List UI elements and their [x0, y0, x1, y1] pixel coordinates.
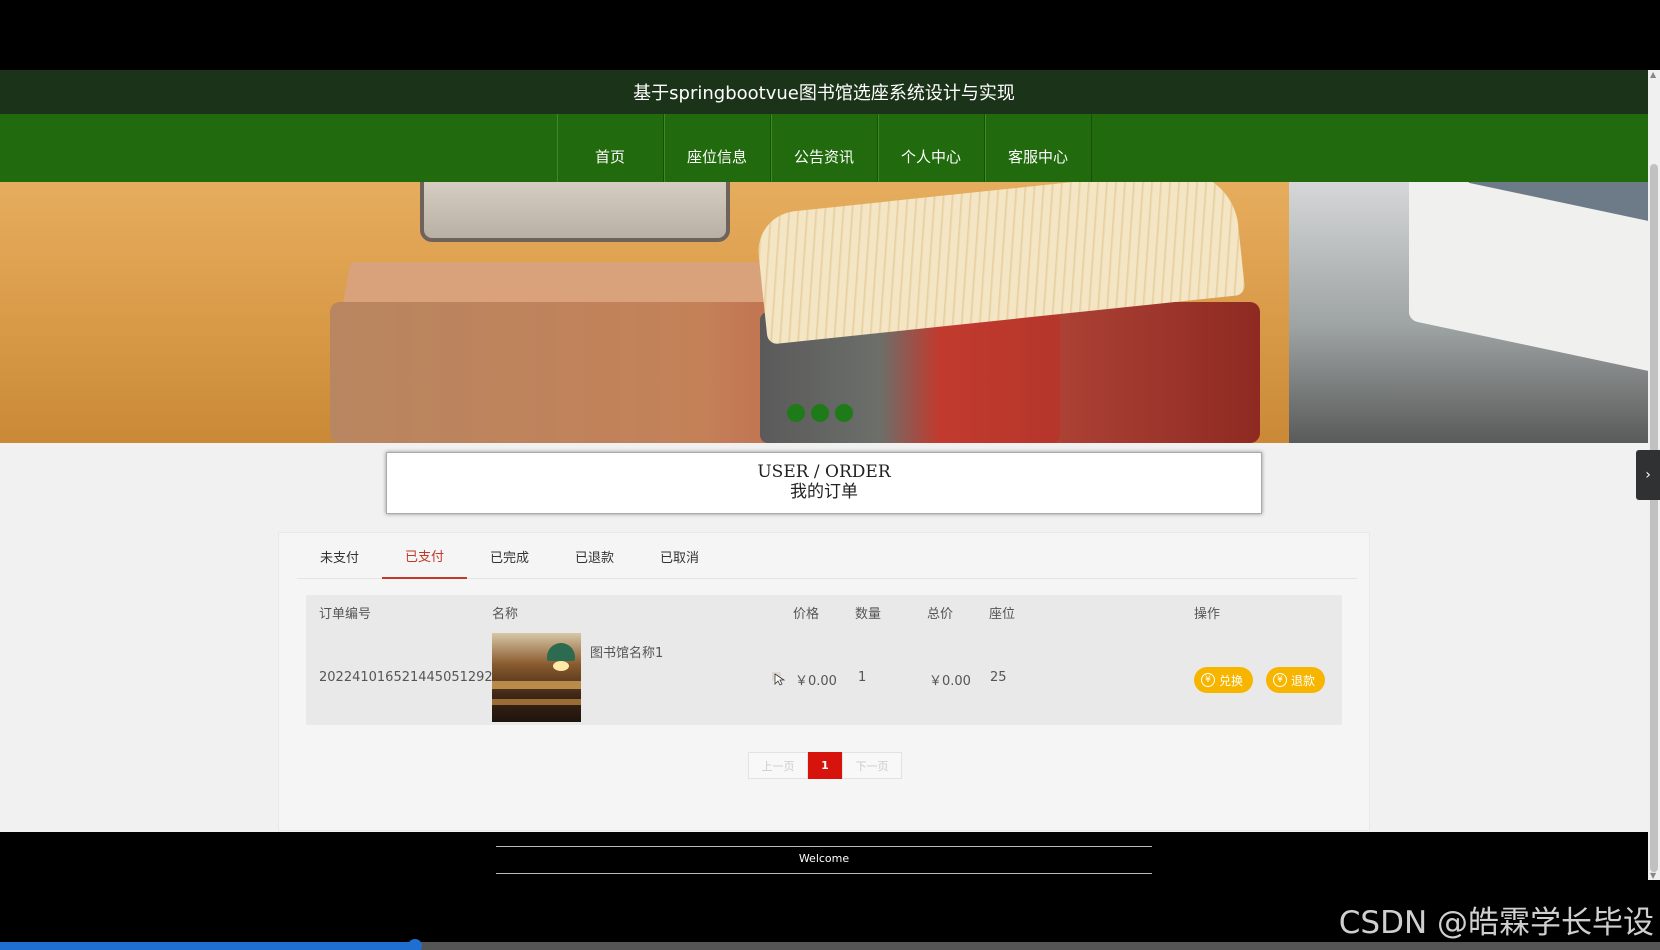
col-header-total: 总价: [927, 607, 954, 622]
item-price: ￥0.00: [795, 674, 837, 689]
carousel-dot[interactable]: [835, 404, 853, 422]
carousel-dot[interactable]: [811, 404, 829, 422]
chevron-right-icon: ›: [1645, 467, 1651, 483]
carousel-indicators: [787, 404, 853, 422]
tab-cancelled[interactable]: 已取消: [637, 533, 722, 579]
tab-paid[interactable]: 已支付: [382, 533, 467, 579]
order-panel: 未支付 已支付 已完成 已退款 已取消 订单编号 名称 价格 数量 总价 座位 …: [278, 532, 1370, 831]
item-seat: 25: [990, 670, 1007, 685]
side-panel-toggle[interactable]: ›: [1636, 450, 1660, 500]
shelf: [492, 681, 581, 689]
next-page-button[interactable]: 下一页: [842, 752, 902, 779]
banner-slide-books: [0, 182, 1289, 443]
col-header-price: 价格: [793, 607, 820, 622]
footer-divider: [496, 873, 1152, 874]
page-number-current[interactable]: 1: [808, 752, 842, 779]
footer-welcome: Welcome: [798, 852, 850, 865]
scroll-down-arrow-icon[interactable]: ▼: [1650, 871, 1656, 880]
carousel-dot[interactable]: [787, 404, 805, 422]
order-table: 订单编号 名称 价格 数量 总价 座位 操作 20224101652144505…: [306, 595, 1342, 725]
shelf: [492, 699, 581, 705]
scrollbar-thumb[interactable]: [1650, 164, 1658, 872]
section-title-cn: 我的订单: [790, 482, 858, 502]
top-black-area: [0, 0, 1660, 70]
site-title-bar: 基于springbootvue图书馆选座系统设计与实现: [0, 70, 1648, 114]
cursor-icon: [772, 672, 786, 686]
nav-customer-service[interactable]: 客服中心: [984, 114, 1092, 182]
order-status-tabs: 未支付 已支付 已完成 已退款 已取消: [297, 533, 1357, 579]
order-number: 202241016521445051292: [319, 670, 493, 685]
page-viewport: 基于springbootvue图书馆选座系统设计与实现 首页 座位信息 公告资讯…: [0, 70, 1648, 832]
col-header-name: 名称: [492, 607, 519, 622]
library-thumbnail[interactable]: [492, 633, 581, 722]
section-title-box: USER / ORDER 我的订单: [386, 452, 1262, 514]
prev-page-button[interactable]: 上一页: [748, 752, 808, 779]
video-progress-bar[interactable]: [0, 939, 1660, 950]
lamp-shade: [547, 643, 575, 661]
video-progress-fill: [0, 942, 415, 950]
item-total: ￥0.00: [929, 674, 971, 689]
nav-announcements[interactable]: 公告资讯: [770, 114, 878, 182]
nav-seat-info[interactable]: 座位信息: [663, 114, 771, 182]
banner-clock-image: [420, 182, 730, 242]
banner-carousel[interactable]: [0, 182, 1648, 443]
scroll-up-arrow-icon[interactable]: ▲: [1650, 70, 1656, 79]
footer-divider: [496, 846, 1152, 847]
video-progress-knob[interactable]: [408, 939, 422, 950]
col-header-order-no: 订单编号: [319, 607, 372, 622]
col-header-seat: 座位: [989, 607, 1016, 622]
lamp-light: [553, 661, 569, 671]
coin-icon: ¥: [1273, 673, 1287, 687]
item-name[interactable]: 图书馆名称1: [590, 642, 663, 661]
tab-unpaid[interactable]: 未支付: [297, 533, 382, 579]
section-title-en: USER / ORDER: [757, 462, 891, 482]
pagination: 上一页 1 下一页: [748, 752, 902, 779]
redeem-button[interactable]: ¥ 兑换: [1194, 667, 1254, 693]
nav-user-center[interactable]: 个人中心: [877, 114, 985, 182]
nav-home[interactable]: 首页: [556, 114, 664, 182]
item-quantity: 1: [858, 670, 867, 685]
tab-completed[interactable]: 已完成: [467, 533, 552, 579]
main-nav: 首页 座位信息 公告资讯 个人中心 客服中心: [0, 114, 1648, 182]
site-title: 基于springbootvue图书馆选座系统设计与实现: [633, 83, 1015, 104]
banner-slide-next: [1289, 182, 1648, 443]
coin-icon: ¥: [1201, 673, 1215, 687]
csdn-watermark: CSDN @皓霖学长毕设: [1338, 905, 1654, 941]
col-header-quantity: 数量: [855, 607, 882, 622]
col-header-actions: 操作: [1194, 607, 1221, 622]
refund-label: 退款: [1291, 673, 1316, 688]
redeem-label: 兑换: [1219, 673, 1244, 688]
tab-refunded[interactable]: 已退款: [552, 533, 637, 579]
refund-button[interactable]: ¥ 退款: [1266, 667, 1326, 693]
